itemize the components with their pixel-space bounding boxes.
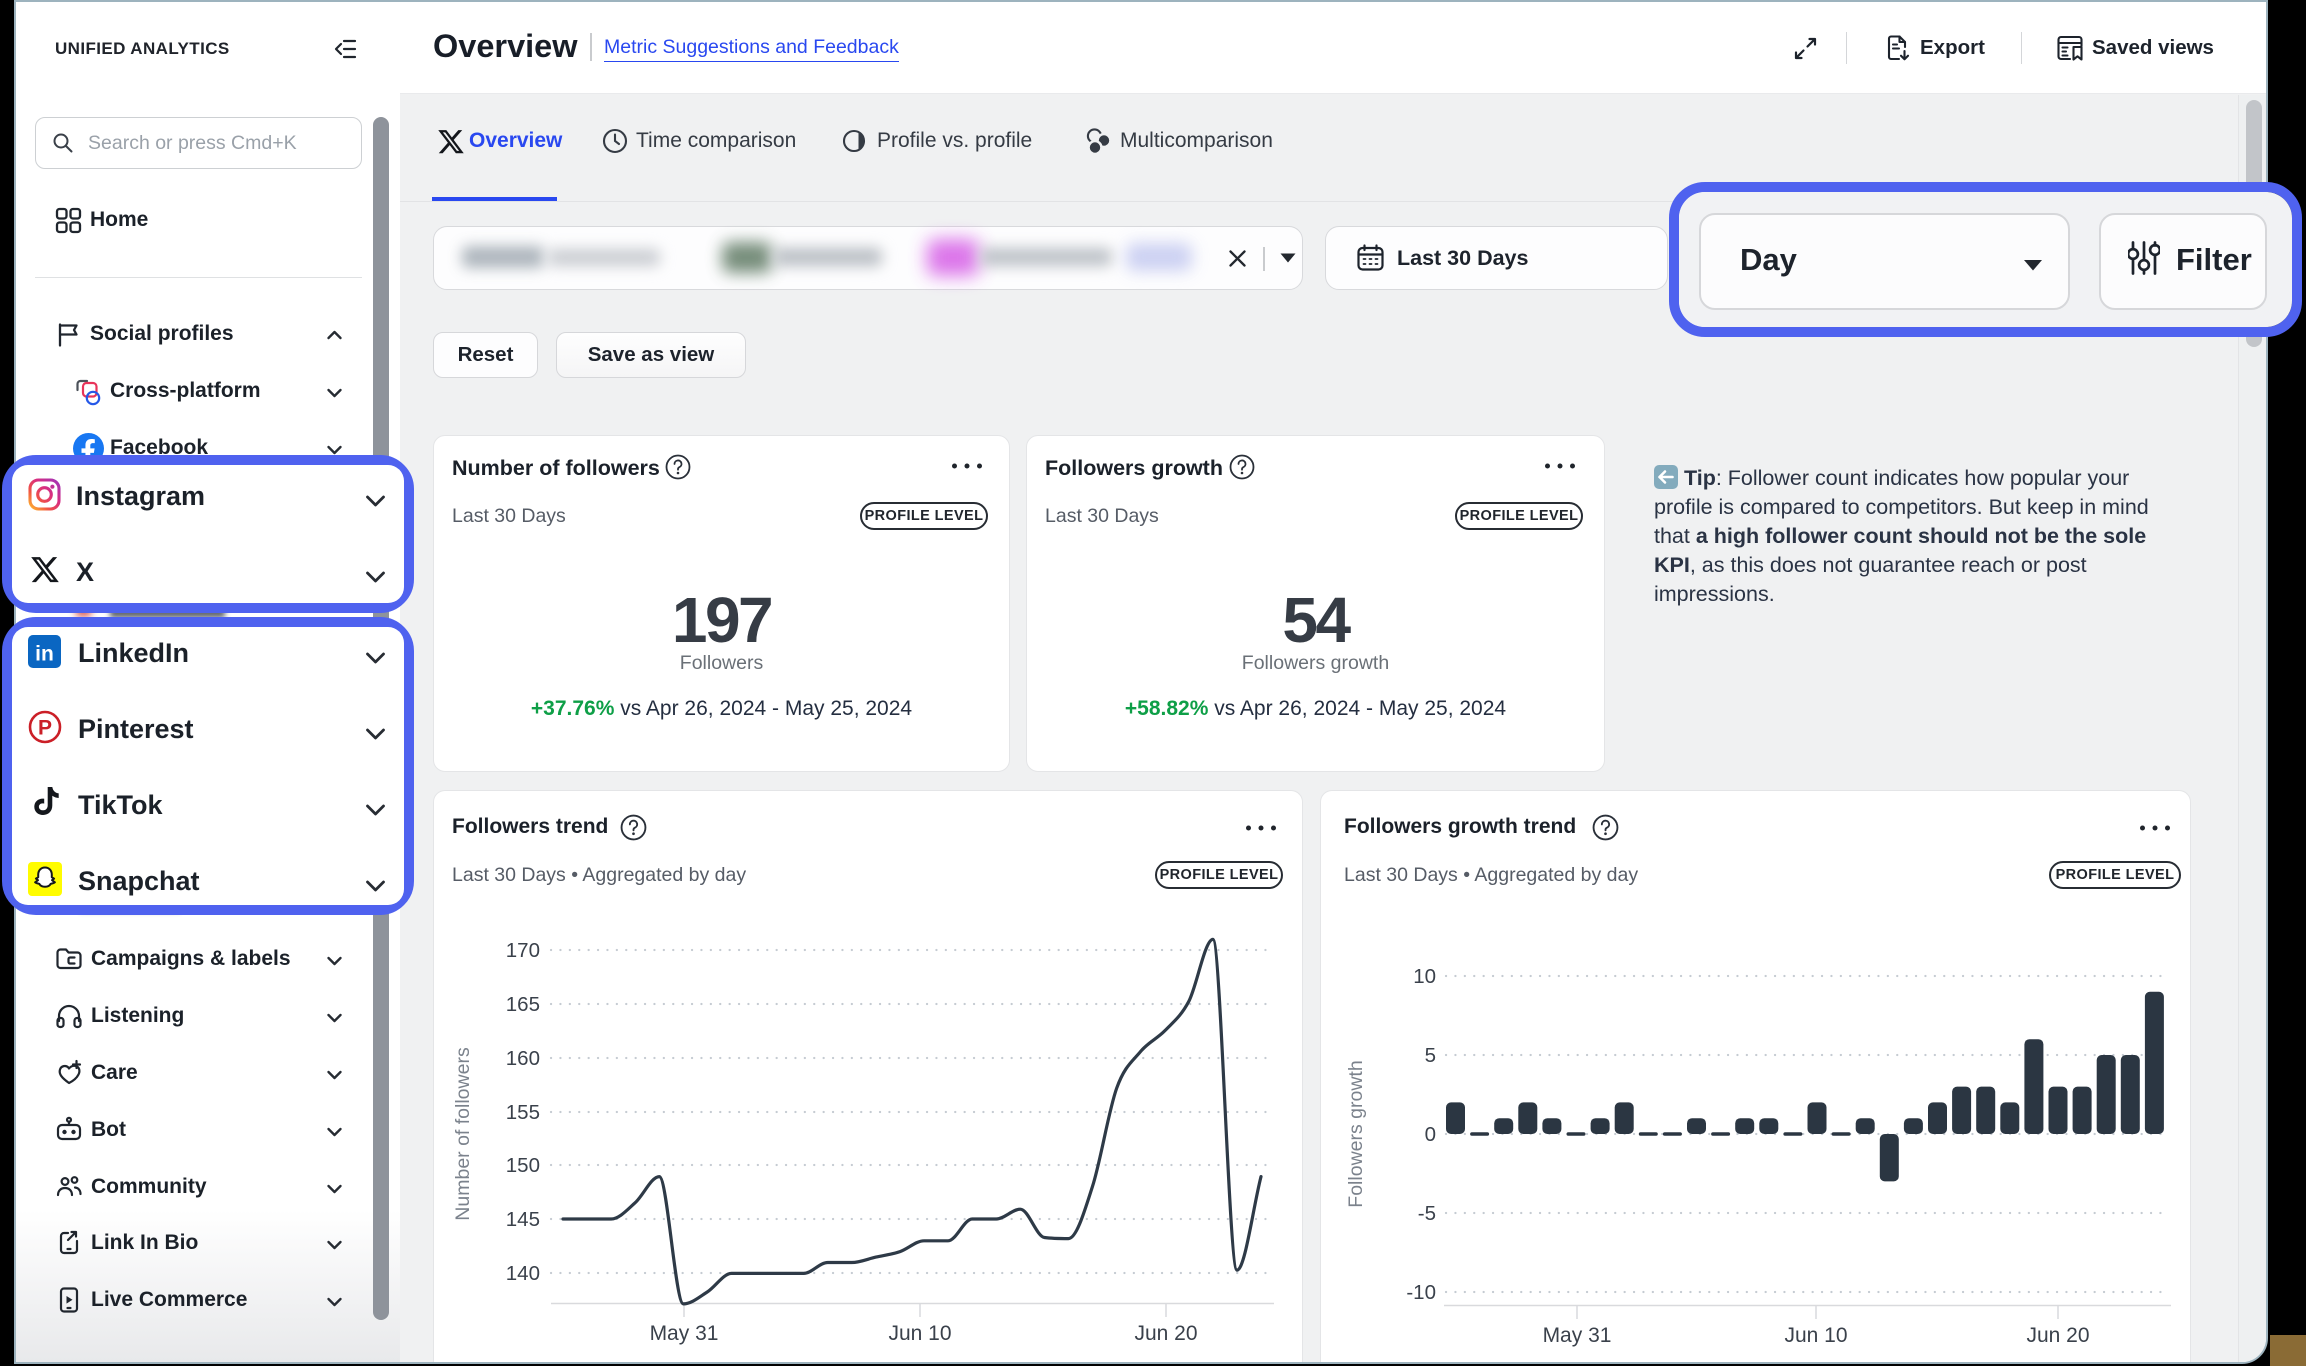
svg-text:10: 10 — [1413, 965, 1436, 988]
svg-text:May 31: May 31 — [650, 1322, 719, 1345]
svg-text:155: 155 — [506, 1101, 540, 1124]
svg-text:Followers growth: Followers growth — [1345, 1060, 1367, 1207]
svg-text:0: 0 — [1425, 1123, 1436, 1146]
svg-text:Jun 10: Jun 10 — [888, 1322, 951, 1345]
svg-text:150: 150 — [506, 1154, 540, 1177]
svg-text:-10: -10 — [1406, 1281, 1436, 1304]
svg-text:140: 140 — [506, 1262, 540, 1285]
svg-text:Jun 10: Jun 10 — [1784, 1324, 1847, 1347]
svg-text:P: P — [38, 717, 52, 740]
svg-text:Jun 20: Jun 20 — [1134, 1322, 1197, 1345]
svg-text:165: 165 — [506, 993, 540, 1016]
svg-text:Jun 20: Jun 20 — [2026, 1324, 2089, 1347]
svg-text:160: 160 — [506, 1047, 540, 1070]
svg-text:170: 170 — [506, 939, 540, 962]
svg-text:5: 5 — [1425, 1044, 1436, 1067]
svg-text:May 31: May 31 — [1543, 1324, 1612, 1347]
svg-text:Number of followers: Number of followers — [452, 1047, 474, 1221]
svg-text:145: 145 — [506, 1208, 540, 1231]
svg-text:in: in — [35, 643, 54, 666]
svg-text:-5: -5 — [1418, 1202, 1436, 1225]
